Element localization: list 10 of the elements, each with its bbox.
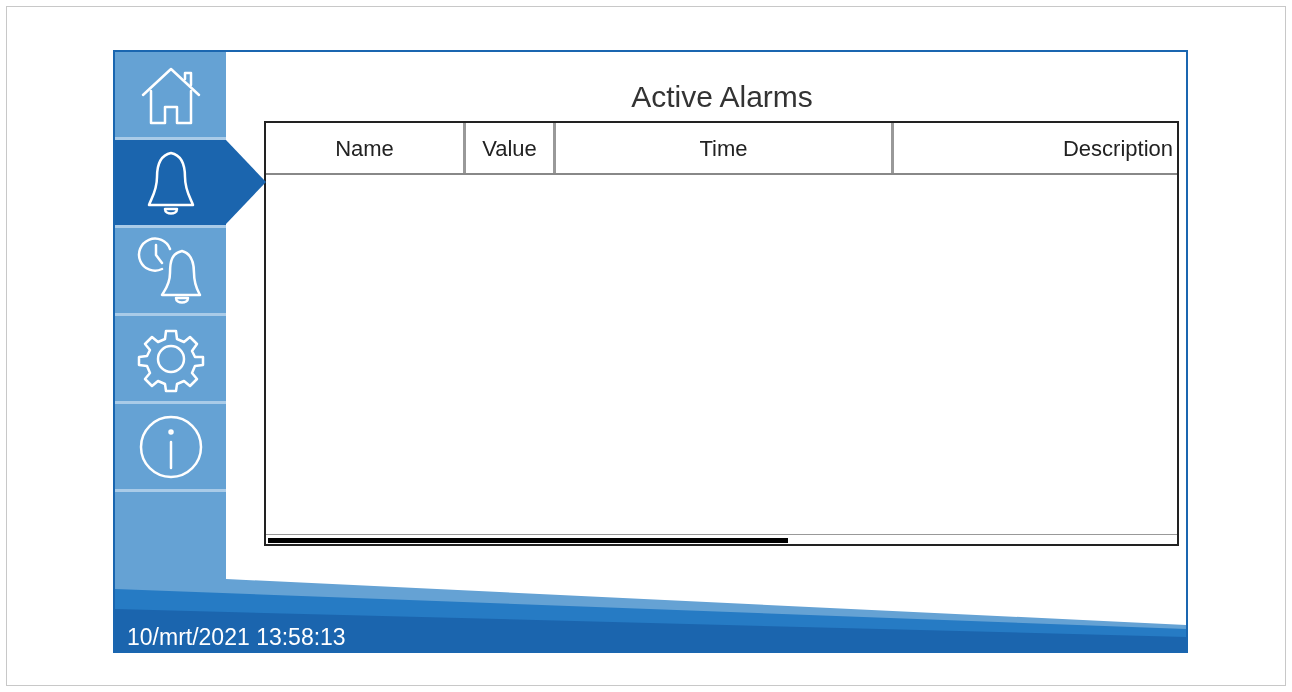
- column-header[interactable]: Name: [266, 123, 466, 173]
- column-header[interactable]: Description: [894, 123, 1177, 173]
- column-header[interactable]: Value: [466, 123, 556, 173]
- nav-button[interactable]: [115, 140, 226, 225]
- page-title: Active Alarms: [631, 82, 813, 112]
- info-icon: [137, 413, 204, 480]
- horizontal-scrollbar[interactable]: [266, 534, 1177, 544]
- date-time-text: 10/mrt/2021 13:58:13: [126, 626, 346, 651]
- column-header[interactable]: Time: [556, 123, 894, 173]
- scrollbar-thumb[interactable]: [268, 538, 788, 543]
